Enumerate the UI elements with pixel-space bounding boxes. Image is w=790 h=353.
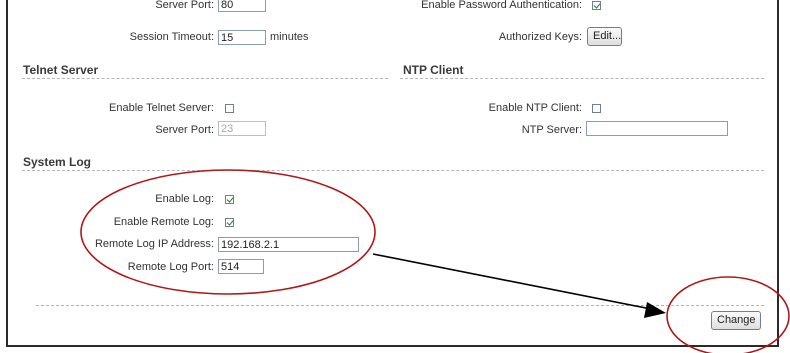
- footer-separator: [36, 305, 764, 306]
- enable-log-checkbox[interactable]: [225, 195, 234, 204]
- session-timeout-input[interactable]: [218, 30, 266, 45]
- enable-password-auth-checkbox[interactable]: [592, 1, 601, 10]
- settings-panel: [6, 0, 779, 347]
- telnet-separator: [22, 78, 388, 79]
- remote-log-ip-label: Remote Log IP Address:: [94, 238, 214, 250]
- enable-remote-log-checkbox[interactable]: [225, 218, 234, 227]
- enable-log-label: Enable Log:: [155, 193, 214, 205]
- remote-log-ip-input[interactable]: [218, 237, 359, 252]
- telnet-port-input[interactable]: [218, 121, 266, 136]
- change-button[interactable]: Change: [711, 311, 761, 330]
- enable-telnet-checkbox[interactable]: [225, 104, 234, 113]
- telnet-port-label: Server Port:: [155, 124, 214, 136]
- ntp-server-input[interactable]: [586, 121, 728, 136]
- ntp-server-label: NTP Server:: [521, 124, 582, 136]
- enable-ntp-checkbox[interactable]: [592, 104, 601, 113]
- remote-log-port-label: Remote Log Port:: [127, 261, 214, 273]
- ssh-server-port-input[interactable]: [218, 0, 266, 12]
- enable-password-auth-label: Enable Password Authentication:: [421, 0, 582, 11]
- remote-log-port-input[interactable]: [218, 259, 264, 274]
- system-log-separator: [22, 170, 764, 171]
- session-timeout-label: Session Timeout:: [129, 31, 214, 43]
- edit-authorized-keys-button[interactable]: Edit...: [587, 27, 622, 46]
- system-log-title: System Log: [23, 155, 92, 169]
- ssh-server-port-label: Server Port:: [155, 0, 214, 8]
- enable-telnet-label: Enable Telnet Server:: [109, 102, 214, 114]
- session-timeout-unit: minutes: [270, 31, 309, 43]
- authorized-keys-label: Authorized Keys:: [498, 31, 582, 43]
- enable-remote-log-label: Enable Remote Log:: [113, 216, 214, 228]
- ntp-separator: [400, 78, 764, 79]
- telnet-server-title: Telnet Server: [23, 63, 99, 77]
- enable-ntp-label: Enable NTP Client:: [488, 102, 582, 114]
- ntp-client-title: NTP Client: [403, 63, 464, 77]
